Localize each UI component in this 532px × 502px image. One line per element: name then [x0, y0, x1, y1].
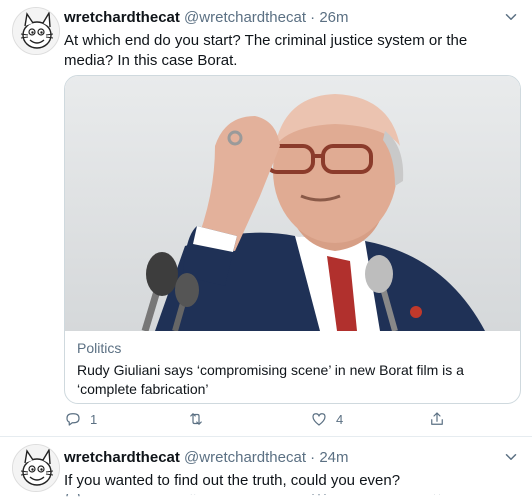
reply-icon [66, 413, 80, 426]
user-handle[interactable]: @wretchardthecat [184, 449, 306, 466]
share-icon [431, 412, 443, 425]
chevron-down-icon[interactable] [502, 8, 520, 26]
share-button[interactable] [428, 410, 446, 428]
user-handle[interactable]: @wretchardthecat [184, 9, 306, 26]
separator-dot: · [310, 449, 316, 466]
like-count: 4 [336, 411, 344, 427]
display-name[interactable]: wretchardthecat [64, 9, 180, 26]
tweet-actions: 1 4 [64, 410, 444, 430]
cartoon-cat-avatar-image [13, 445, 59, 491]
avatar[interactable] [12, 7, 60, 55]
tweet-text: If you wanted to find out the truth, cou… [64, 472, 401, 489]
link-preview-card[interactable]: Politics Rudy Giuliani says ‘compromisin… [64, 75, 521, 404]
avatar[interactable] [12, 444, 60, 492]
card-source: Politics [77, 340, 122, 356]
card-title: Rudy Giuliani says ‘compromising scene’ … [77, 362, 464, 397]
separator-dot: · [310, 9, 316, 26]
timestamp[interactable]: 24m [319, 449, 348, 466]
chevron-down-icon[interactable] [502, 448, 520, 466]
like-button[interactable]: 4 [310, 410, 343, 428]
retweet-icon[interactable] [187, 494, 205, 502]
tweet[interactable]: wretchardthecat @wretchardthecat · 24m I… [0, 437, 532, 498]
heart-icon [312, 413, 326, 426]
retweet-button[interactable] [187, 410, 213, 428]
tweet[interactable]: wretchardthecat @wretchardthecat · 26m A… [0, 0, 532, 437]
reply-icon[interactable] [64, 494, 82, 502]
timestamp[interactable]: 26m [319, 9, 348, 26]
share-icon[interactable] [428, 494, 444, 502]
article-thumbnail-image [65, 76, 520, 331]
reply-button[interactable]: 1 [64, 410, 97, 428]
reply-count: 1 [90, 411, 98, 427]
tweet-header: wretchardthecat @wretchardthecat · 24m [64, 449, 349, 466]
display-name[interactable]: wretchardthecat [64, 449, 180, 466]
tweet-text: At which end do you start? The criminal … [64, 32, 468, 69]
card-details: Politics Rudy Giuliani says ‘compromisin… [77, 339, 507, 399]
tweet-actions [64, 494, 444, 502]
heart-icon[interactable] [310, 494, 328, 502]
tweet-header: wretchardthecat @wretchardthecat · 26m [64, 9, 349, 26]
retweet-icon [190, 413, 202, 425]
cartoon-cat-avatar-image [13, 8, 59, 54]
